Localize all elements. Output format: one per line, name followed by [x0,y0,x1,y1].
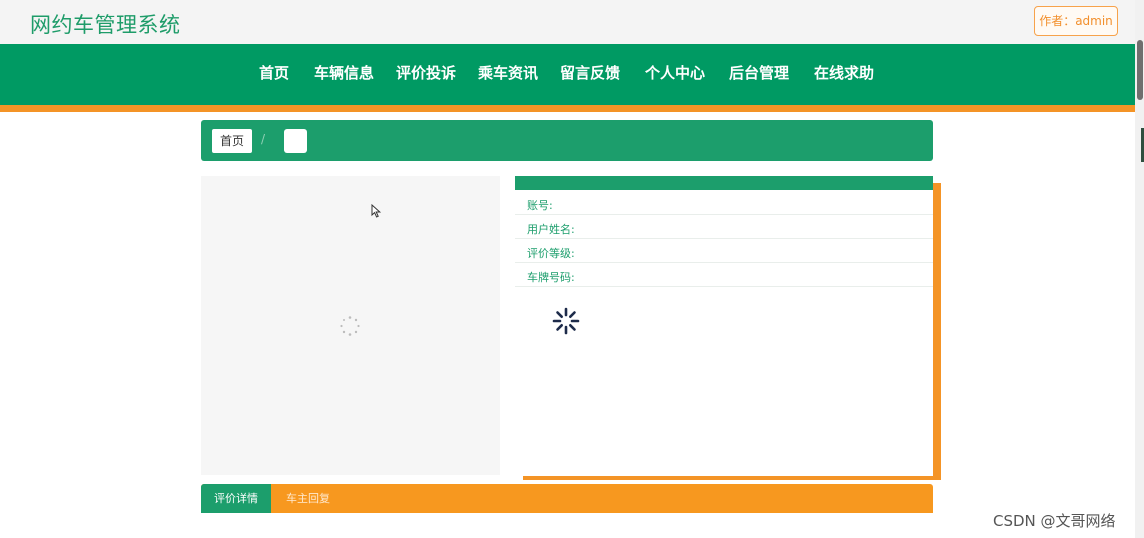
mouse-pointer-icon [371,203,382,222]
tab-review-detail[interactable]: 评价详情 [201,484,271,513]
scrollbar-thumb[interactable] [1137,40,1143,100]
nav-item-admin[interactable]: 后台管理 [729,44,789,105]
tab-owner-reply[interactable]: 车主回复 [271,484,345,513]
site-title[interactable]: 网约车管理系统 [30,9,181,39]
breadcrumb-separator: / [261,132,266,146]
breadcrumb-current [284,129,307,153]
field-row-plate: 车牌号码: [515,263,933,287]
author-badge[interactable]: 作者：admin [1034,6,1118,36]
field-row-username: 用户姓名: [515,215,933,239]
nav-item-news[interactable]: 乘车资讯 [478,44,538,105]
main-nav: 首页 车辆信息 评价投诉 乘车资讯 留言反馈 个人中心 后台管理 在线求助 [0,44,1135,105]
watermark: CSDN @文哥网络 [993,512,1116,530]
spinner-icon [339,315,361,341]
field-label-account: 账号: [527,199,553,212]
field-label-username: 用户姓名: [527,223,575,236]
field-row-account: 账号: [515,191,933,215]
loading-spinner-icon [552,307,580,339]
field-label-rating: 评价等级: [527,247,575,260]
nav-item-profile[interactable]: 个人中心 [645,44,705,105]
nav-item-home[interactable]: 首页 [259,44,289,105]
field-row-rating: 评价等级: [515,239,933,263]
nav-item-feedback[interactable]: 留言反馈 [560,44,620,105]
field-label-plate: 车牌号码: [527,271,575,284]
nav-item-reviews[interactable]: 评价投诉 [396,44,456,105]
info-card-header [515,176,933,190]
breadcrumb-home[interactable]: 首页 [212,129,252,153]
nav-item-help[interactable]: 在线求助 [814,44,874,105]
nav-accent-line [0,105,1135,112]
breadcrumb [201,120,933,161]
nav-item-vehicles[interactable]: 车辆信息 [314,44,374,105]
